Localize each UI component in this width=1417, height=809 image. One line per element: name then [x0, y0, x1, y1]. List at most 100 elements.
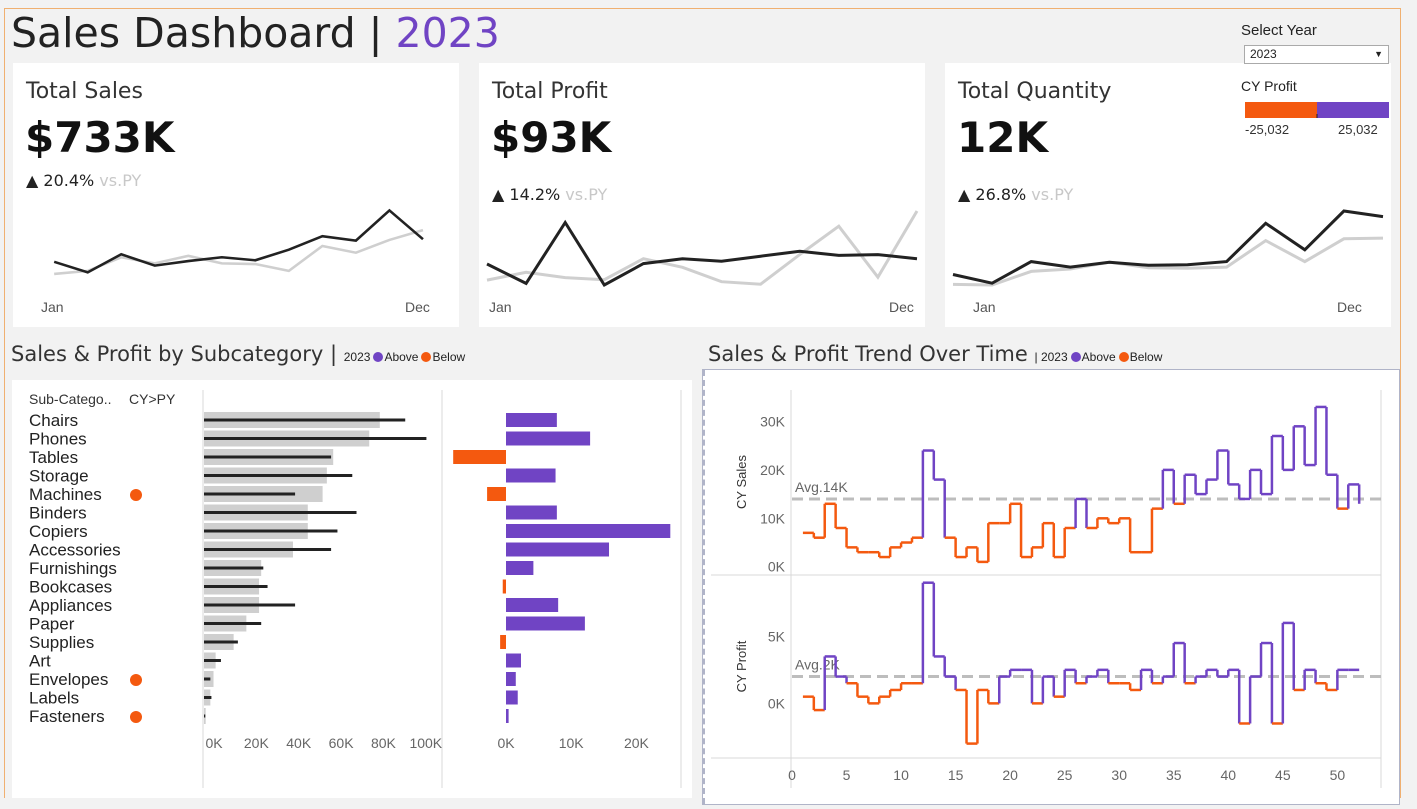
- legend-above: Above: [1081, 350, 1116, 364]
- profit-bar: [506, 542, 610, 557]
- below-flag-dot: [130, 711, 142, 723]
- trend-x-tick: 20: [1002, 767, 1018, 783]
- kpi-change: ▲ 20.4% vs.PY: [26, 171, 141, 190]
- trend-chart-panel: CY Sales 0K 10K 20K 30K Avg.14K CY Profit 0K 5K A…: [702, 369, 1400, 805]
- sales-py-bar: [204, 566, 264, 570]
- kpi-value: $93K: [491, 113, 612, 162]
- trend-y-tick: 5K: [768, 628, 786, 644]
- sales-py-bar: [204, 529, 338, 533]
- sparkline-py: [952, 236, 1384, 287]
- profit-bar: [453, 450, 506, 464]
- trend-y-tick: 10K: [760, 510, 786, 526]
- profit-bar: [506, 505, 557, 520]
- profit-bar: [506, 690, 518, 705]
- above-dot-icon: [1070, 352, 1081, 362]
- trend-x-tick: 40: [1221, 767, 1237, 783]
- column-header-cy-gt-py: CY>PY: [129, 391, 176, 407]
- subcategory-label: Chairs: [29, 411, 78, 430]
- trend-x-tick: 50: [1330, 767, 1346, 783]
- profit-axis-tick: 10K: [559, 735, 585, 751]
- trend-x-tick: 25: [1057, 767, 1073, 783]
- legend-min-value: -25,032: [1245, 122, 1290, 137]
- below-dot-icon: [421, 352, 432, 362]
- kpi-month-end: Dec: [889, 299, 914, 315]
- legend-below-swatch: [1245, 102, 1317, 118]
- sales-axis-tick: 0K: [205, 735, 223, 751]
- kpi-label: Total Sales: [26, 79, 143, 104]
- subcategory-label: Phones: [29, 430, 87, 449]
- year-select-value: 2023: [1250, 47, 1277, 61]
- profit-bar: [506, 524, 671, 538]
- kpi-label: Total Quantity: [958, 79, 1112, 104]
- trend-x-tick: 10: [893, 767, 909, 783]
- legend-year: 2023: [343, 350, 371, 364]
- sales-py-bar: [204, 455, 332, 459]
- trend-section-title: Sales & Profit Trend Over Time | 2023 Abo…: [708, 342, 1162, 366]
- trend-x-tick: 30: [1111, 767, 1127, 783]
- subcategory-section-title: Sales & Profit by Subcategory | 2023 Abov…: [11, 342, 465, 366]
- sales-py-bar: [204, 548, 332, 551]
- subcategory-label: Labels: [29, 689, 79, 708]
- legend-below: Below: [432, 350, 466, 364]
- subcategory-title-text: Sales & Profit by Subcategory: [11, 342, 324, 366]
- cy-profit-legend-label: CY Profit: [1241, 78, 1297, 94]
- subcategory-label: Furnishings: [29, 559, 117, 578]
- sales-py-bar: [204, 696, 212, 699]
- kpi-value: $733K: [25, 113, 175, 162]
- trend-x-tick: 5: [843, 767, 851, 783]
- title-year: 2023: [395, 9, 500, 57]
- subcategory-label: Storage: [29, 467, 89, 486]
- kpi-change-value: ▲ 26.8%: [958, 185, 1027, 204]
- subcategory-label: Fasteners: [29, 707, 105, 726]
- sales-py-bar: [204, 714, 206, 718]
- cy-profit-color-legend[interactable]: [1245, 102, 1389, 118]
- profit-bar: [506, 598, 559, 612]
- profit-bar: [506, 413, 557, 427]
- sparkline-cy: [952, 209, 1384, 285]
- sales-py-bar: [204, 418, 406, 422]
- profit-axis-tick: 0K: [497, 735, 515, 751]
- kpi-month-end: Dec: [1337, 299, 1362, 315]
- year-select[interactable]: 2023 ▼: [1244, 45, 1389, 64]
- profit-bar: [500, 635, 506, 649]
- legend-max-value: 25,032: [1338, 122, 1378, 137]
- kpi-change-vs: vs.PY: [1026, 185, 1074, 204]
- subcategory-label: Paper: [29, 615, 75, 634]
- title-text: Sales Dashboard: [11, 9, 356, 57]
- above-dot-icon: [373, 352, 384, 362]
- subcategory-label: Binders: [29, 504, 87, 523]
- profit-bar: [506, 616, 585, 631]
- kpi-month-start: Jan: [41, 299, 64, 315]
- trend-title-text: Sales & Profit Trend Over Time: [708, 342, 1028, 366]
- title-separator: |: [355, 9, 396, 57]
- sales-py-bar: [204, 474, 353, 477]
- subcategory-label: Accessories: [29, 541, 121, 560]
- subcategory-label: Envelopes: [29, 670, 108, 689]
- trend-y-axis-label: CY Sales: [734, 455, 749, 509]
- profit-bar: [506, 653, 521, 668]
- sparkline-py: [54, 228, 424, 276]
- sales-py-bar: [204, 511, 357, 514]
- below-dot-icon: [1118, 352, 1129, 362]
- trend-y-tick: 20K: [760, 462, 786, 478]
- kpi-change-value: ▲ 14.2%: [492, 185, 561, 204]
- kpi-change-vs: vs.PY: [94, 171, 142, 190]
- chevron-down-icon[interactable]: ▼: [1374, 46, 1383, 63]
- trend-x-tick: 45: [1275, 767, 1291, 783]
- kpi-month-start: Jan: [489, 299, 512, 315]
- sales-py-bar: [204, 659, 221, 662]
- sales-py-bar: [204, 437, 427, 440]
- profit-bar: [506, 709, 509, 723]
- sales-axis-tick: 40K: [286, 735, 312, 751]
- sales-py-bar: [204, 585, 268, 588]
- profit-bar: [502, 579, 506, 594]
- page-title: Sales Dashboard | 2023: [11, 10, 500, 56]
- kpi-card-total-sales: Total Sales $733K ▲ 20.4% vs.PY Jan Dec: [13, 63, 459, 327]
- trend-average-label: Avg.2K: [795, 657, 841, 673]
- column-header-subcategory: Sub-Catego..: [29, 391, 112, 407]
- subcategory-label: Machines: [29, 485, 102, 504]
- sales-py-bar: [204, 492, 296, 496]
- trend-x-tick: 15: [948, 767, 964, 783]
- profit-bar: [506, 431, 591, 446]
- sales-axis-tick: 100K: [409, 735, 442, 751]
